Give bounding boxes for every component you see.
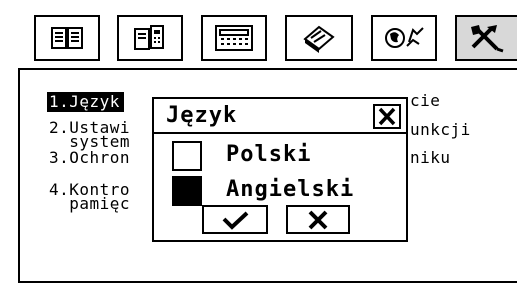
tools-icon <box>471 25 504 53</box>
language-dialog: Język Polski Angielski <box>152 97 408 242</box>
close-icon <box>378 107 396 126</box>
menu-item-language[interactable]: 1.Język <box>47 92 124 112</box>
option-checkbox-checked[interactable] <box>172 176 202 206</box>
calculator-icon <box>215 25 253 51</box>
dialog-close-button[interactable] <box>373 104 401 129</box>
option-checkbox[interactable] <box>172 141 202 171</box>
menu-item-language-tail: cie <box>410 91 441 110</box>
tab-calculator[interactable] <box>201 15 267 61</box>
games-icon <box>385 27 424 48</box>
menu-item-protection-tail: niku <box>410 148 451 167</box>
ok-button[interactable] <box>202 205 268 234</box>
dialog-title: Język <box>166 103 238 128</box>
menu-item-memory-control-line2: pamięc <box>49 194 131 213</box>
checkmark-icon <box>222 211 249 230</box>
phonebook-icon <box>134 25 164 50</box>
tab-book[interactable] <box>34 15 100 61</box>
tab-tools[interactable] <box>455 15 517 61</box>
tab-organizer[interactable] <box>285 15 353 61</box>
option-label: Angielski <box>226 177 355 202</box>
organizer-icon <box>303 25 335 53</box>
cancel-button[interactable] <box>286 205 350 234</box>
option-angielski[interactable]: Angielski <box>172 176 392 208</box>
option-polski[interactable]: Polski <box>172 141 372 173</box>
dialog-divider <box>154 132 406 134</box>
toolbar <box>0 0 517 68</box>
tab-games[interactable] <box>371 15 437 61</box>
book-icon <box>51 27 83 49</box>
menu-item-protection[interactable]: 3.Ochron <box>49 150 130 166</box>
close-icon <box>308 210 328 229</box>
tab-phonebook[interactable] <box>117 15 183 61</box>
option-label: Polski <box>226 142 312 167</box>
menu-item-system-settings-tail: unkcji <box>410 120 471 139</box>
